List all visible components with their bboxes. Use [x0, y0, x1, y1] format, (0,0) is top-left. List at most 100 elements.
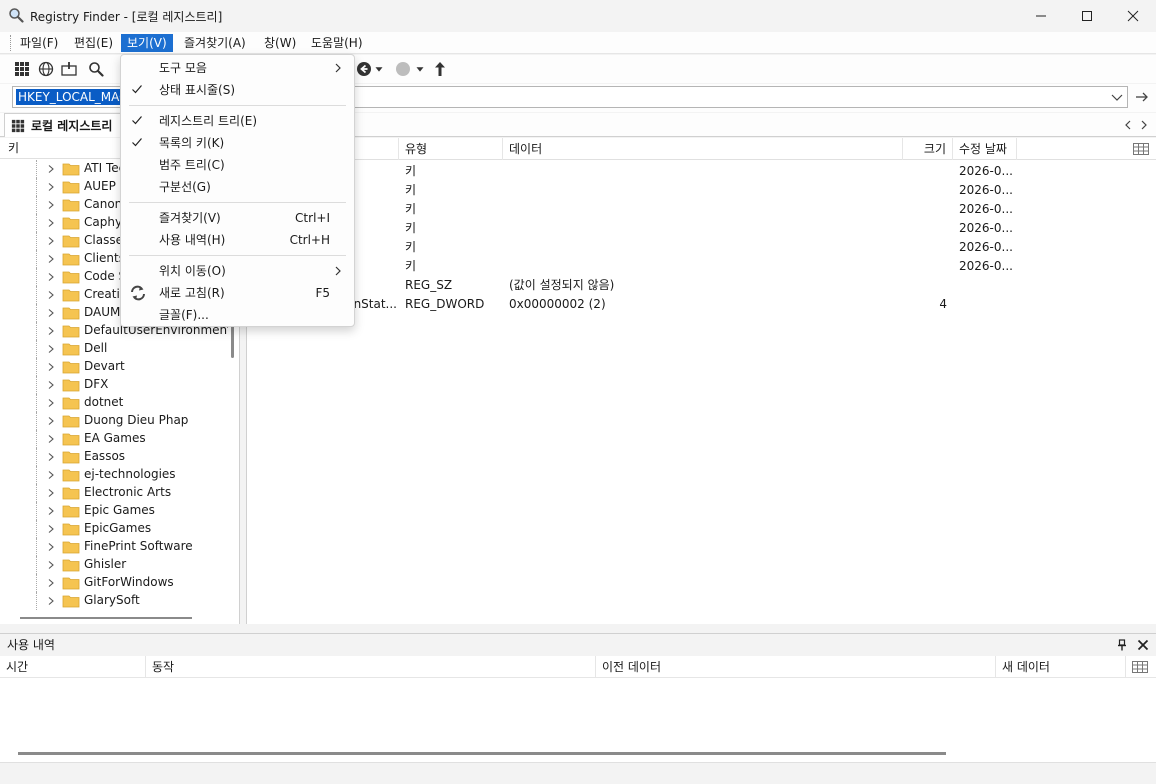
maximize-button[interactable] — [1064, 0, 1110, 32]
view-menu-item[interactable]: 상태 표시줄(S) — [121, 79, 354, 101]
chevron-right-icon[interactable] — [46, 542, 56, 552]
column-modified[interactable]: 수정 날짜 — [953, 138, 1017, 160]
chevron-right-icon[interactable] — [46, 308, 56, 318]
view-menu-item[interactable]: 글꼴(F)... — [121, 304, 354, 326]
chevron-right-icon[interactable] — [46, 218, 56, 228]
chevron-right-icon[interactable] — [46, 398, 56, 408]
go-arrow-icon[interactable] — [1134, 89, 1150, 105]
back-dropdown[interactable] — [372, 59, 386, 79]
list-row[interactable]: 키 2026-0... — [247, 238, 1156, 257]
tree-item[interactable]: Epic Games — [0, 502, 228, 520]
chevron-right-icon[interactable] — [46, 290, 56, 300]
tree-item[interactable]: Devart — [0, 358, 228, 376]
view-menu-item[interactable]: 즐겨찾기(V) Ctrl+I — [121, 207, 354, 229]
view-menu-item[interactable]: 레지스트리 트리(E) — [121, 110, 354, 132]
view-menu-item[interactable]: 목록의 키(K) — [121, 132, 354, 154]
find-button[interactable] — [86, 59, 106, 79]
tab-next-icon[interactable] — [1138, 118, 1150, 132]
tree-guide-line — [36, 556, 37, 574]
list-row[interactable]: wnStat... REG_DWORD 0x00000002 (2) 4 — [247, 295, 1156, 314]
chevron-right-icon[interactable] — [46, 164, 56, 174]
menu-file[interactable]: 파일(F) — [14, 34, 64, 52]
column-time[interactable]: 시간 — [0, 656, 146, 678]
tree-item[interactable]: Dell — [0, 340, 228, 358]
view-menu-item[interactable]: 사용 내역(H) Ctrl+H — [121, 229, 354, 251]
back-button[interactable] — [354, 59, 374, 79]
view-menu-item[interactable]: 도구 모음 — [121, 57, 354, 79]
tree-item[interactable]: ej-technologies — [0, 466, 228, 484]
tree-item[interactable]: GitForWindows — [0, 574, 228, 592]
tree-item[interactable]: Duong Dieu Phap — [0, 412, 228, 430]
chevron-right-icon[interactable] — [46, 506, 56, 516]
chevron-right-icon[interactable] — [46, 326, 56, 336]
cell-modified — [959, 295, 1017, 314]
tree-item[interactable]: dotnet — [0, 394, 228, 412]
column-type[interactable]: 유형 — [399, 138, 503, 160]
tree-item-label: Ghisler — [84, 557, 127, 571]
list-header: 유형 데이터 크기 수정 날짜 — [247, 138, 1156, 160]
tab-prev-icon[interactable] — [1122, 118, 1134, 132]
pin-icon[interactable] — [1116, 639, 1128, 651]
chevron-right-icon[interactable] — [46, 416, 56, 426]
close-button[interactable] — [1110, 0, 1156, 32]
up-level-button[interactable] — [430, 59, 450, 79]
menu-view[interactable]: 보기(V) — [121, 34, 173, 52]
chevron-right-icon[interactable] — [46, 272, 56, 282]
column-size[interactable]: 크기 — [903, 138, 953, 160]
view-menu-item[interactable]: 새로 고침(R) F5 — [121, 282, 354, 304]
disconnect-button[interactable] — [59, 59, 79, 79]
chevron-right-icon[interactable] — [46, 380, 56, 390]
list-row[interactable]: REG_SZ (값이 설정되지 않음) — [247, 276, 1156, 295]
tree-item[interactable]: Electronic Arts — [0, 484, 228, 502]
tree-item[interactable]: FinePrint Software — [0, 538, 228, 556]
list-row[interactable]: 키 2026-0... — [247, 200, 1156, 219]
menu-edit[interactable]: 편집(E) — [68, 34, 119, 52]
list-row[interactable]: 키 2026-0... — [247, 181, 1156, 200]
chevron-down-icon[interactable] — [1109, 89, 1125, 105]
minimize-button[interactable] — [1018, 0, 1064, 32]
local-registry-button[interactable] — [12, 59, 32, 79]
view-menu-item[interactable]: 위치 이동(O) — [121, 260, 354, 282]
chevron-right-icon[interactable] — [46, 236, 56, 246]
tree-item[interactable]: EpicGames — [0, 520, 228, 538]
tree-horizontal-scrollbar[interactable] — [0, 612, 228, 624]
forward-dropdown[interactable] — [413, 59, 427, 79]
column-chooser-icon[interactable] — [1132, 661, 1148, 673]
chevron-right-icon[interactable] — [46, 434, 56, 444]
history-horizontal-scrollbar[interactable] — [18, 752, 946, 755]
chevron-right-icon[interactable] — [46, 182, 56, 192]
list-row[interactable]: 키 2026-0... — [247, 162, 1156, 181]
column-new-data[interactable]: 새 데이터 — [996, 656, 1126, 678]
chevron-right-icon[interactable] — [46, 344, 56, 354]
forward-button[interactable] — [393, 59, 413, 79]
tree-item[interactable]: Ghisler — [0, 556, 228, 574]
scroll-thumb[interactable] — [20, 617, 192, 619]
menu-window[interactable]: 창(W) — [258, 34, 302, 52]
tree-item[interactable]: EA Games — [0, 430, 228, 448]
view-menu-item[interactable]: 범주 트리(C) — [121, 154, 354, 176]
chevron-right-icon[interactable] — [46, 470, 56, 480]
chevron-right-icon[interactable] — [46, 200, 56, 210]
menu-favorites[interactable]: 즐겨찾기(A) — [178, 34, 252, 52]
list-row[interactable]: 키 2026-0... — [247, 219, 1156, 238]
chevron-right-icon[interactable] — [46, 524, 56, 534]
menu-help[interactable]: 도움말(H) — [305, 34, 369, 52]
list-row[interactable]: 키 2026-0... — [247, 257, 1156, 276]
chevron-right-icon[interactable] — [46, 596, 56, 606]
tree-item[interactable]: DFX — [0, 376, 228, 394]
column-old-data[interactable]: 이전 데이터 — [596, 656, 996, 678]
tree-item[interactable]: Eassos — [0, 448, 228, 466]
remote-registry-button[interactable] — [36, 59, 56, 79]
chevron-right-icon[interactable] — [46, 488, 56, 498]
chevron-right-icon[interactable] — [46, 452, 56, 462]
view-menu-item[interactable]: 구분선(G) — [121, 176, 354, 198]
tree-item[interactable]: GlarySoft — [0, 592, 228, 610]
column-chooser-icon[interactable] — [1133, 143, 1149, 155]
chevron-right-icon[interactable] — [46, 362, 56, 372]
chevron-right-icon[interactable] — [46, 254, 56, 264]
column-action[interactable]: 동작 — [146, 656, 596, 678]
column-data[interactable]: 데이터 — [503, 138, 903, 160]
close-icon[interactable] — [1137, 639, 1149, 651]
chevron-right-icon[interactable] — [46, 578, 56, 588]
chevron-right-icon[interactable] — [46, 560, 56, 570]
